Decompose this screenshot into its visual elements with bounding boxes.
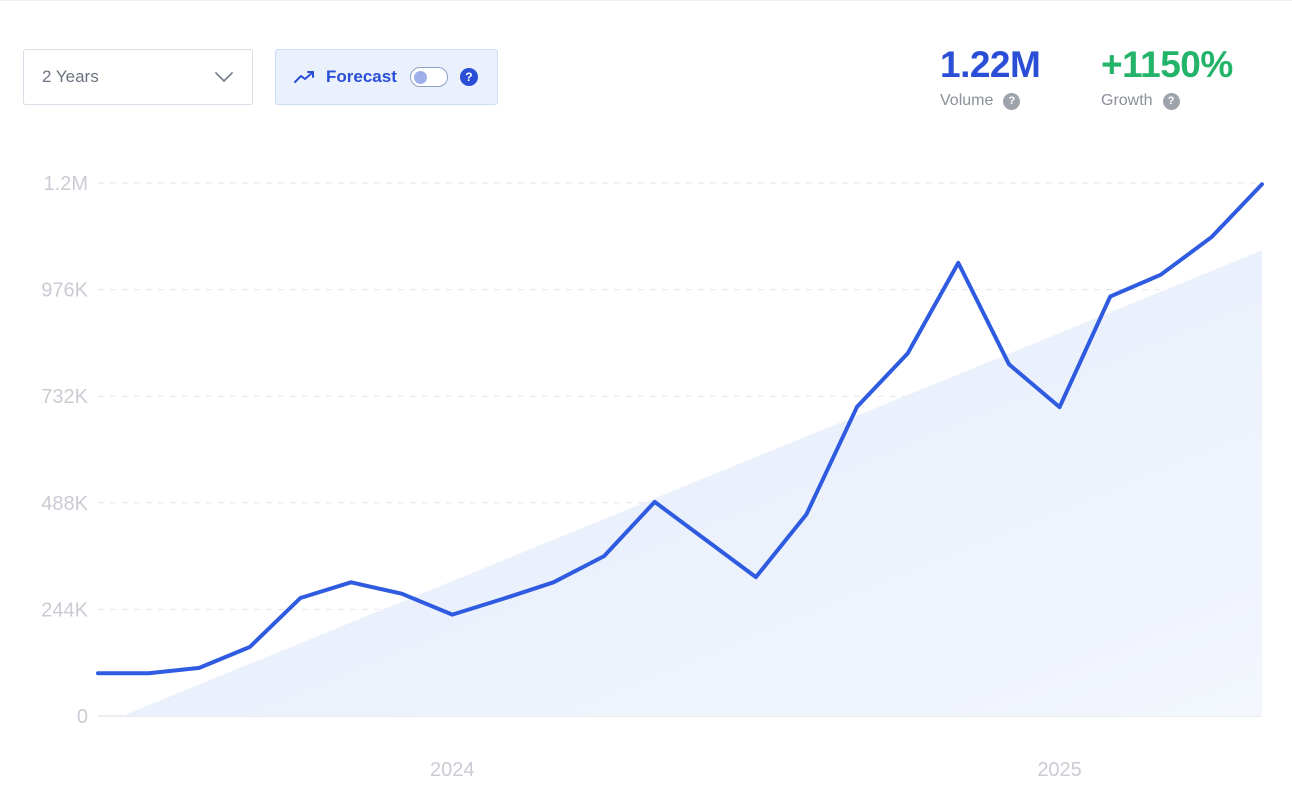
data-point[interactable] <box>1155 269 1167 281</box>
y-tick-label: 488K <box>41 493 88 515</box>
data-point[interactable] <box>801 508 813 520</box>
data-point[interactable] <box>244 641 256 653</box>
data-point[interactable] <box>1003 358 1015 370</box>
y-tick-label: 244K <box>41 599 88 621</box>
data-point[interactable] <box>345 576 357 588</box>
data-point[interactable] <box>446 609 458 621</box>
y-tick-label: 1.2M <box>44 173 88 195</box>
data-point[interactable] <box>497 593 509 605</box>
data-point[interactable] <box>750 571 762 583</box>
data-point[interactable] <box>952 257 964 269</box>
x-tick-label: 2024 <box>430 759 475 781</box>
trend-area <box>122 250 1262 716</box>
data-point[interactable] <box>1256 178 1268 190</box>
y-tick-label: 732K <box>41 386 88 408</box>
data-point[interactable] <box>396 588 408 600</box>
data-point[interactable] <box>902 347 914 359</box>
y-tick-label: 976K <box>41 280 88 302</box>
data-point[interactable] <box>598 550 610 562</box>
y-tick-label: 0 <box>77 706 88 728</box>
data-point[interactable] <box>1104 291 1116 303</box>
data-point[interactable] <box>699 533 711 545</box>
data-point[interactable] <box>649 496 661 508</box>
data-point[interactable] <box>851 401 863 413</box>
data-point[interactable] <box>294 592 306 604</box>
data-point[interactable] <box>92 667 104 679</box>
volume-chart: 0 244K 488K 732K 976K 1.2M 2024 2025 <box>41 173 1268 781</box>
data-point[interactable] <box>193 662 205 674</box>
data-point[interactable] <box>547 576 559 588</box>
x-tick-label: 2025 <box>1037 759 1082 781</box>
data-point[interactable] <box>143 667 155 679</box>
data-point[interactable] <box>1205 231 1217 243</box>
data-point[interactable] <box>1054 401 1066 413</box>
